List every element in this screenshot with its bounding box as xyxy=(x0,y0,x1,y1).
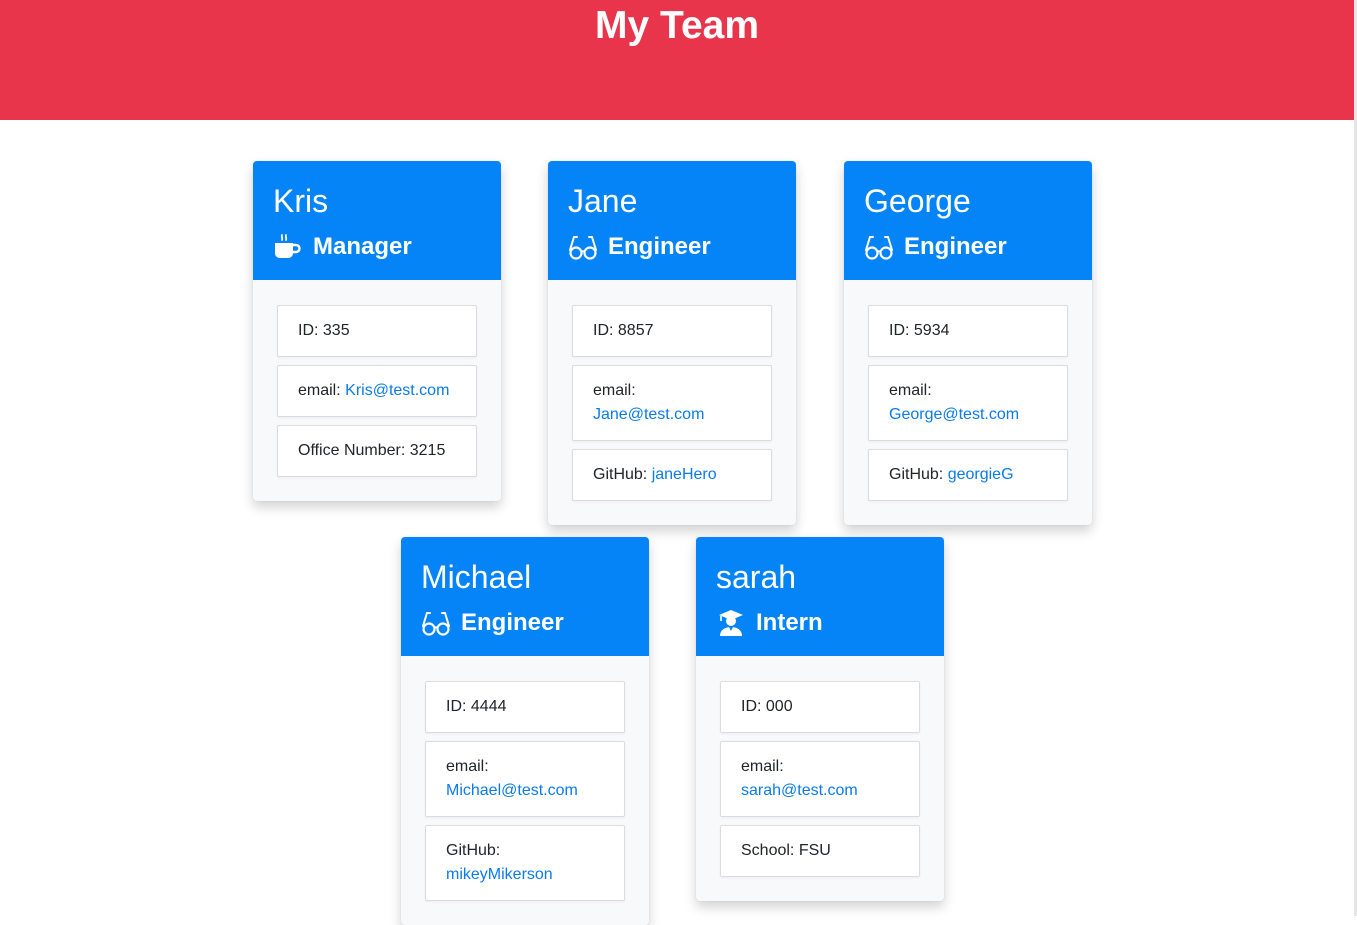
employee-name: Jane xyxy=(568,183,638,219)
card-header: George Engineer xyxy=(844,161,1092,280)
github-item: GitHub: mikeyMikerson xyxy=(425,825,625,901)
id-value: 000 xyxy=(765,698,793,715)
id-label: ID: xyxy=(298,322,319,339)
email-label: email: xyxy=(593,382,636,399)
id-label: ID: xyxy=(446,698,467,715)
employee-role: Intern xyxy=(716,607,823,639)
id-item: ID: 335 xyxy=(277,305,477,357)
employee-card-michael: Michael Engineer ID: 4444 email: Michael… xyxy=(401,537,649,925)
github-label: GitHub: xyxy=(593,466,648,483)
email-item: email: Jane@test.com xyxy=(572,365,772,441)
id-value: 4444 xyxy=(470,698,507,715)
employee-name: Michael xyxy=(421,559,532,595)
id-item: ID: 5934 xyxy=(868,305,1068,357)
glasses-icon xyxy=(568,232,598,262)
id-label: ID: xyxy=(889,322,910,339)
email-item: email: sarah@test.com xyxy=(720,741,920,817)
email-link[interactable]: Michael@test.com xyxy=(446,779,604,803)
email-item: email: Michael@test.com xyxy=(425,741,625,817)
id-value: 8857 xyxy=(617,322,654,339)
email-link[interactable]: Jane@test.com xyxy=(593,403,751,427)
school-label: School: xyxy=(741,842,795,859)
school-item: School: FSU xyxy=(720,825,920,877)
id-item: ID: 000 xyxy=(720,681,920,733)
page-header: My Team xyxy=(0,0,1354,120)
card-body: ID: 8857 email: Jane@test.com GitHub: ja… xyxy=(548,280,796,525)
card-header: Jane Engineer xyxy=(548,161,796,280)
email-link[interactable]: Kris@test.com xyxy=(345,382,449,399)
role-label: Engineer xyxy=(461,609,564,636)
employee-role: Engineer xyxy=(864,231,1007,263)
employee-name: George xyxy=(864,183,971,219)
card-body: ID: 5934 email: George@test.com GitHub: … xyxy=(844,280,1092,525)
employee-role: Engineer xyxy=(421,607,564,639)
employee-role: Engineer xyxy=(568,231,711,263)
email-label: email: xyxy=(446,758,489,775)
role-label: Manager xyxy=(313,233,412,260)
github-label: GitHub: xyxy=(889,466,944,483)
id-value: 5934 xyxy=(913,322,950,339)
card-body: ID: 000 email: sarah@test.com School: FS… xyxy=(696,656,944,901)
email-label: email: xyxy=(889,382,932,399)
card-header: Michael Engineer xyxy=(401,537,649,656)
id-label: ID: xyxy=(593,322,614,339)
office-number-item: Office Number: 3215 xyxy=(277,425,477,477)
card-body: ID: 4444 email: Michael@test.com GitHub:… xyxy=(401,656,649,925)
email-link[interactable]: sarah@test.com xyxy=(741,779,899,803)
github-link[interactable]: janeHero xyxy=(652,466,717,483)
email-label: email: xyxy=(298,382,341,399)
employee-name: Kris xyxy=(273,183,329,219)
office-number-label: Office Number: xyxy=(298,442,406,459)
graduate-icon xyxy=(716,608,746,638)
id-label: ID: xyxy=(741,698,762,715)
glasses-icon xyxy=(421,608,451,638)
github-label: GitHub: xyxy=(446,842,501,859)
coffee-mug-icon xyxy=(273,232,303,262)
page-title: My Team xyxy=(595,4,759,47)
github-item: GitHub: janeHero xyxy=(572,449,772,501)
card-body: ID: 335 email: Kris@test.com Office Numb… xyxy=(253,280,501,501)
role-label: Engineer xyxy=(904,233,1007,260)
github-link[interactable]: georgieG xyxy=(948,466,1014,483)
github-link[interactable]: mikeyMikerson xyxy=(446,863,604,887)
employee-card-sarah: sarah Intern ID: 000 email: sarah@test.c… xyxy=(696,537,944,901)
employee-name: sarah xyxy=(716,559,797,595)
card-header: Kris Manager xyxy=(253,161,501,280)
id-value: 335 xyxy=(322,322,350,339)
email-item: email: George@test.com xyxy=(868,365,1068,441)
office-number-value: 3215 xyxy=(409,442,446,459)
employee-role: Manager xyxy=(273,231,412,263)
id-item: ID: 4444 xyxy=(425,681,625,733)
email-item: email: Kris@test.com xyxy=(277,365,477,417)
email-label: email: xyxy=(741,758,784,775)
github-item: GitHub: georgieG xyxy=(868,449,1068,501)
employee-card-kris: Kris Manager ID: 335 email: Kris@test.co… xyxy=(253,161,501,501)
email-link[interactable]: George@test.com xyxy=(889,403,1047,427)
employee-card-george: George Engineer ID: 5934 email: George@t… xyxy=(844,161,1092,525)
card-header: sarah Intern xyxy=(696,537,944,656)
role-label: Engineer xyxy=(608,233,711,260)
role-label: Intern xyxy=(756,609,823,636)
employee-card-jane: Jane Engineer ID: 8857 email: Jane@test.… xyxy=(548,161,796,525)
school-value: FSU xyxy=(798,842,831,859)
glasses-icon xyxy=(864,232,894,262)
id-item: ID: 8857 xyxy=(572,305,772,357)
